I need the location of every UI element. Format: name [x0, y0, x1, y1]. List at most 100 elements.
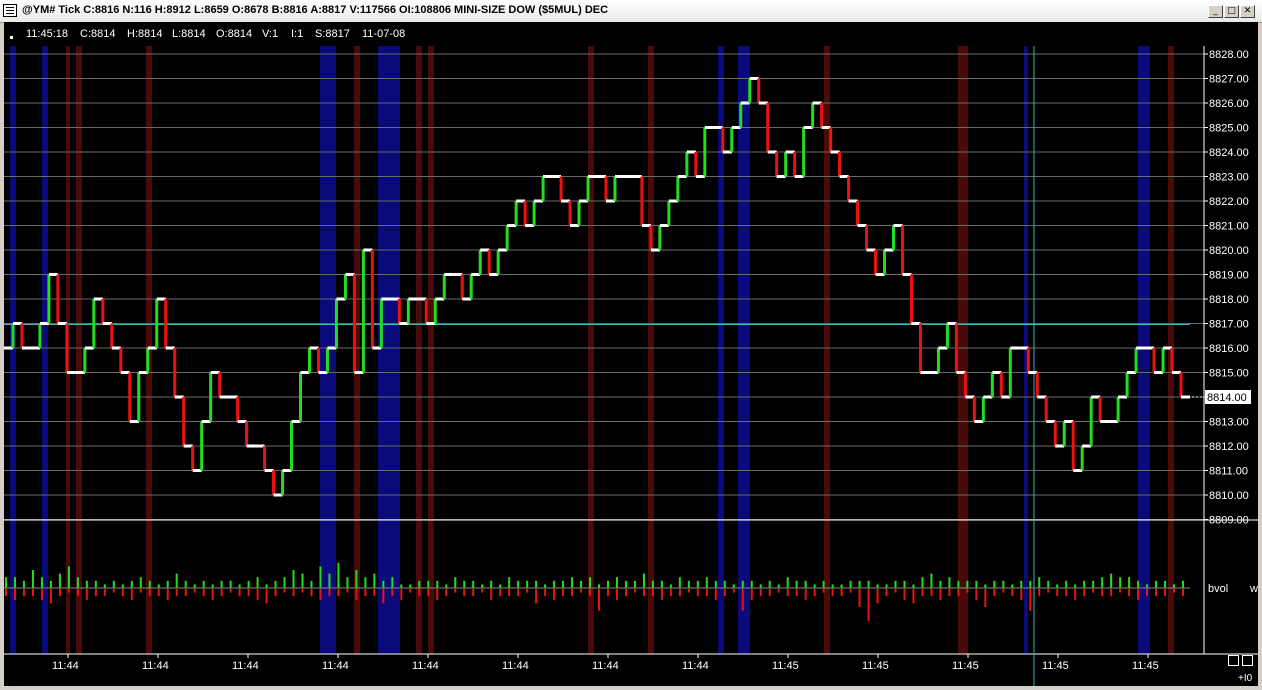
y-tick-label: 8825.00 — [1209, 123, 1249, 135]
volume-bar-up — [1119, 577, 1122, 588]
volume-bar-down — [112, 589, 115, 593]
volume-bar-down — [589, 589, 592, 597]
volume-bar-up — [103, 584, 106, 588]
volume-bar-down — [256, 589, 259, 600]
maximize-button[interactable]: □ — [1224, 5, 1239, 18]
volume-bar-up — [553, 580, 556, 588]
volume-bar-up — [571, 577, 574, 588]
volume-bar-up — [490, 580, 493, 588]
volume-band-blue — [738, 46, 750, 654]
volume-bar-down — [1083, 589, 1086, 597]
volume-bar-down — [786, 589, 789, 597]
volume-bar-down — [121, 589, 124, 597]
volume-bar-down — [912, 589, 915, 604]
volume-bar-up — [984, 584, 987, 588]
x-tick-label: 11:45 — [1132, 660, 1159, 672]
volume-bar-down — [220, 589, 223, 597]
volume-bar-up — [1011, 584, 1014, 588]
volume-bar-down — [22, 589, 25, 597]
volume-bar-up — [1173, 584, 1176, 588]
volume-bar-up — [364, 577, 367, 588]
volume-bar-up — [265, 584, 268, 588]
volume-bar-down — [1119, 589, 1122, 593]
volume-bar-up — [1137, 580, 1140, 588]
volume-bar-down — [364, 589, 367, 597]
volume-bar-down — [678, 589, 681, 597]
volume-bar-down — [49, 589, 52, 604]
chart-layout-icon[interactable] — [1228, 655, 1239, 666]
chart-settings-icon[interactable] — [1242, 655, 1253, 666]
volume-bar-up — [642, 573, 645, 588]
volume-bar-up — [184, 580, 187, 588]
volume-bar-down — [472, 589, 475, 597]
close-button[interactable]: ✕ — [1240, 5, 1255, 18]
info-time: 11:45:18 — [26, 28, 69, 40]
volume-bar-down — [651, 589, 654, 597]
volume-bar-up — [786, 577, 789, 588]
volume-bar-up — [463, 580, 466, 588]
volume-bar-up — [669, 584, 672, 588]
volume-bar-up — [328, 573, 331, 588]
chart-area[interactable]: 8828.00 8827.00 8826.00 8825.00 8824.00 8823.… — [4, 22, 1258, 686]
volume-bar-down — [535, 589, 538, 604]
volume-bar-up — [849, 580, 852, 588]
tick-chart[interactable]: 8828.00 8827.00 8826.00 8825.00 8824.00 8823.… — [4, 22, 1258, 686]
chart-window-icon[interactable] — [3, 4, 17, 17]
volume-bar-down — [526, 589, 529, 593]
volume-bar-up — [58, 573, 61, 588]
volume-bar-up — [391, 577, 394, 588]
volume-bar-up — [526, 580, 529, 588]
volume-bar-down — [265, 589, 268, 604]
volume-bar-down — [1020, 589, 1023, 600]
volume-bar-up — [409, 584, 412, 588]
volume-bar-down — [759, 589, 762, 597]
minimize-button[interactable]: _ — [1208, 5, 1223, 18]
volume-bar-down — [391, 589, 394, 597]
volume-bar-down — [1065, 589, 1068, 597]
volume-bar-down — [283, 589, 286, 593]
volume-bar-down — [822, 589, 825, 593]
volume-bar-up — [804, 580, 807, 588]
volume-bar-down — [355, 589, 358, 600]
volume-bar-up — [966, 580, 969, 588]
volume-bar-up — [562, 580, 565, 588]
volume-right-label: w — [1249, 583, 1258, 595]
volume-bar-down — [310, 589, 313, 597]
title-bar[interactable]: @YM# Tick C:8816 N:116 H:8912 L:8659 O:8… — [0, 0, 1262, 23]
last-price-label: 8814.00 — [1207, 392, 1247, 404]
x-tick-label: 11:45 — [772, 660, 799, 672]
volume-bar-down — [777, 589, 780, 593]
volume-bar-up — [247, 580, 250, 588]
volume-bar-down — [193, 589, 196, 593]
volume-bar-down — [58, 589, 61, 597]
volume-bar-up — [687, 580, 690, 588]
volume-bar-up — [1029, 580, 1032, 588]
volume-bar-down — [211, 589, 214, 600]
y-tick-label: 8828.00 — [1209, 49, 1249, 61]
volume-bar-up — [31, 570, 34, 588]
volume-bar-up — [1128, 577, 1131, 588]
volume-bar-down — [553, 589, 556, 600]
zoom-indicator[interactable]: +I0 — [1238, 673, 1252, 684]
info-close: C:8814 — [80, 28, 116, 40]
volume-bar-up — [1155, 580, 1158, 588]
volume-bar-down — [5, 589, 7, 597]
volume-band-red — [416, 46, 422, 654]
volume-bar-down — [948, 589, 951, 597]
volume-bar-down — [1047, 589, 1050, 593]
volume-bar-up — [148, 580, 151, 588]
volume-bar-up — [615, 577, 618, 588]
volume-bar-up — [957, 580, 960, 588]
volume-bar-up — [508, 577, 511, 588]
volume-bar-up — [211, 584, 214, 588]
volume-bar-down — [157, 589, 160, 597]
volume-bar-up — [238, 584, 241, 588]
volume-bar-down — [1011, 589, 1014, 597]
volume-bar-down — [436, 589, 439, 600]
volume-bar-up — [1101, 577, 1104, 588]
volume-bar-down — [184, 589, 187, 597]
volume-bar-down — [633, 589, 636, 593]
info-i: I:1 — [291, 28, 304, 40]
volume-bar-down — [571, 589, 574, 597]
volume-bar-up — [948, 577, 951, 588]
